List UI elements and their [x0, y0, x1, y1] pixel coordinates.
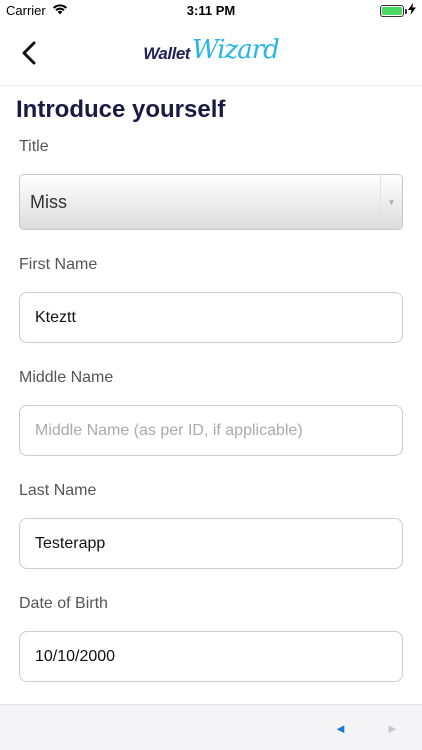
title-select-value: Miss [30, 191, 67, 212]
status-time: 3:11 PM [186, 3, 236, 18]
first-name-value: Kteztt [35, 308, 76, 326]
title-select[interactable]: Miss ▼ [19, 174, 403, 230]
last-name-value: Testerapp [35, 534, 106, 552]
middle-name-field[interactable]: Middle Name (as per ID, if applicable) [19, 405, 403, 456]
last-name-field[interactable]: Testerapp [19, 518, 403, 569]
first-name-label: First Name [19, 256, 98, 273]
keyboard-toolbar: ◄ ► [0, 704, 422, 750]
last-name-label: Last Name [19, 482, 97, 499]
app-logo: Wallet Wizard [0, 36, 422, 64]
logo-wizard-text: Wizard [191, 35, 280, 65]
previous-field-button[interactable]: ◄ [334, 721, 347, 736]
dob-label: Date of Birth [19, 595, 108, 612]
nav-bar: Wallet Wizard [0, 22, 422, 86]
page-title: Introduce yourself [16, 96, 226, 123]
title-label: Title [19, 138, 49, 155]
first-name-field[interactable]: Kteztt [19, 292, 403, 343]
logo-wallet-text: Wallet [143, 44, 190, 63]
dropdown-arrow-icon: ▼ [380, 175, 402, 229]
dob-field[interactable]: 10/10/2000 [19, 631, 403, 682]
charging-icon [408, 3, 416, 18]
middle-name-placeholder: Middle Name (as per ID, if applicable) [35, 421, 303, 439]
next-field-button[interactable]: ► [386, 721, 399, 736]
battery-icon [380, 4, 407, 17]
status-bar: Carrier 3:11 PM [0, 0, 422, 22]
middle-name-label: Middle Name [19, 369, 114, 386]
status-right [380, 3, 416, 18]
dob-value: 10/10/2000 [35, 647, 116, 665]
